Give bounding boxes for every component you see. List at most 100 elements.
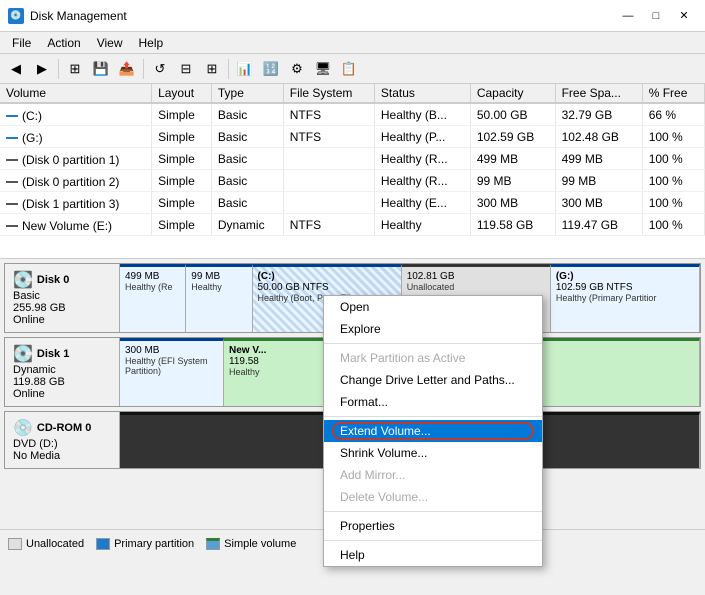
ctx-item-help[interactable]: Help [324,544,542,566]
ctx-item-extend-volume---[interactable]: Extend Volume... [324,420,542,442]
cell-status: Healthy [374,214,470,236]
menu-bar: File Action View Help [0,32,705,54]
table-row[interactable]: (Disk 0 partition 2) Simple Basic Health… [0,170,705,192]
cell-free: 99 MB [555,170,642,192]
toolbar-sep1 [58,59,59,79]
toolbar-btn-6[interactable]: ⊞ [200,57,224,81]
cell-type: Basic [211,126,283,148]
cell-pct: 100 % [642,148,704,170]
cell-capacity: 102.59 GB [470,126,555,148]
col-capacity[interactable]: Capacity [470,84,555,103]
disk1-size: 119.88 GB [13,376,111,388]
toolbar-btn-5[interactable]: ⊟ [174,57,198,81]
disk0-part2[interactable]: 99 MB Healthy [186,264,252,332]
legend-primary-label: Primary partition [114,538,194,550]
col-volume[interactable]: Volume [0,84,152,103]
ctx-item-explore[interactable]: Explore [324,318,542,340]
col-free[interactable]: Free Spa... [555,84,642,103]
table-row[interactable]: New Volume (E:) Simple Dynamic NTFS Heal… [0,214,705,236]
cell-free: 300 MB [555,192,642,214]
cdrom0-label: 💿 CD-ROM 0 DVD (D:) No Media [5,412,120,468]
cell-fs [283,170,374,192]
menu-view[interactable]: View [89,34,131,52]
toolbar-btn-10[interactable]: 🖥 [311,57,335,81]
toolbar-btn-4[interactable]: ↺ [148,57,172,81]
cdrom0-type: DVD (D:) [13,438,111,450]
col-type[interactable]: Type [211,84,283,103]
disk0-type: Basic [13,290,111,302]
cell-volume: (G:) [0,126,152,148]
toolbar-btn-1[interactable]: ⊞ [63,57,87,81]
menu-help[interactable]: Help [131,34,172,52]
table-row[interactable]: (Disk 1 partition 3) Simple Basic Health… [0,192,705,214]
col-layout[interactable]: Layout [152,84,212,103]
disk1-title: Disk 1 [37,348,69,360]
toolbar-btn-8[interactable]: 🔢 [259,57,283,81]
cell-status: Healthy (P... [374,126,470,148]
forward-button[interactable]: ▶ [30,57,54,81]
cell-capacity: 119.58 GB [470,214,555,236]
ctx-item-add-mirror---: Add Mirror... [324,464,542,486]
cell-free: 499 MB [555,148,642,170]
legend-unalloc: Unallocated [8,538,84,550]
cell-pct: 66 % [642,103,704,126]
cell-fs: NTFS [283,214,374,236]
table-row[interactable]: (G:) Simple Basic NTFS Healthy (P... 102… [0,126,705,148]
table-row[interactable]: (C:) Simple Basic NTFS Healthy (B... 50.… [0,103,705,126]
cell-pct: 100 % [642,192,704,214]
legend-primary-box [96,538,110,550]
cdrom0-title: CD-ROM 0 [37,422,91,434]
cell-capacity: 300 MB [470,192,555,214]
toolbar-btn-3[interactable]: 📤 [115,57,139,81]
ctx-item-change-drive-letter-and-paths---[interactable]: Change Drive Letter and Paths... [324,369,542,391]
maximize-button[interactable]: □ [643,6,669,26]
menu-file[interactable]: File [4,34,39,52]
app-icon: 💿 [8,8,24,24]
col-pct[interactable]: % Free [642,84,704,103]
ctx-item-properties[interactable]: Properties [324,515,542,537]
toolbar-sep3 [228,59,229,79]
legend-primary: Primary partition [96,538,194,550]
menu-action[interactable]: Action [39,34,88,52]
ctx-item-open[interactable]: Open [324,296,542,318]
toolbar-btn-2[interactable]: 💾 [89,57,113,81]
cell-volume: New Volume (E:) [0,214,152,236]
cell-pct: 100 % [642,214,704,236]
cell-free: 32.79 GB [555,103,642,126]
cell-volume: (Disk 0 partition 1) [0,148,152,170]
cell-status: Healthy (R... [374,170,470,192]
volume-table-area: Volume Layout Type File System Status Ca… [0,84,705,259]
minimize-button[interactable]: — [615,6,641,26]
cell-status: Healthy (B... [374,103,470,126]
col-status[interactable]: Status [374,84,470,103]
disk0-part-g[interactable]: (G:) 102.59 GB NTFS Healthy (Primary Par… [551,264,700,332]
toolbar-btn-9[interactable]: ⚙ [285,57,309,81]
ctx-item-format---[interactable]: Format... [324,391,542,413]
window-controls: — □ ✕ [615,6,697,26]
disk1-label: 💽 Disk 1 Dynamic 119.88 GB Online [5,338,120,406]
cell-type: Basic [211,103,283,126]
cell-fs [283,192,374,214]
table-row[interactable]: (Disk 0 partition 1) Simple Basic Health… [0,148,705,170]
cell-pct: 100 % [642,170,704,192]
col-fs[interactable]: File System [283,84,374,103]
disk0-status: Online [13,314,111,326]
cell-type: Dynamic [211,214,283,236]
disk0-part1[interactable]: 499 MB Healthy (Re [120,264,186,332]
cell-capacity: 50.00 GB [470,103,555,126]
app-title: Disk Management [30,9,127,23]
ctx-item-shrink-volume---[interactable]: Shrink Volume... [324,442,542,464]
title-bar: 💿 Disk Management — □ ✕ [0,0,705,32]
cdrom0-media: No Media [13,450,111,462]
toolbar-btn-7[interactable]: 📊 [233,57,257,81]
cell-type: Basic [211,148,283,170]
disk1-part1[interactable]: 300 MB Healthy (EFI System Partition) [120,338,224,406]
back-button[interactable]: ◀ [4,57,28,81]
legend-unalloc-box [8,538,22,550]
ctx-separator [324,343,542,344]
cell-type: Basic [211,192,283,214]
close-button[interactable]: ✕ [671,6,697,26]
cell-fs [283,148,374,170]
cell-volume: (C:) [0,103,152,126]
toolbar-btn-11[interactable]: 📋 [337,57,361,81]
